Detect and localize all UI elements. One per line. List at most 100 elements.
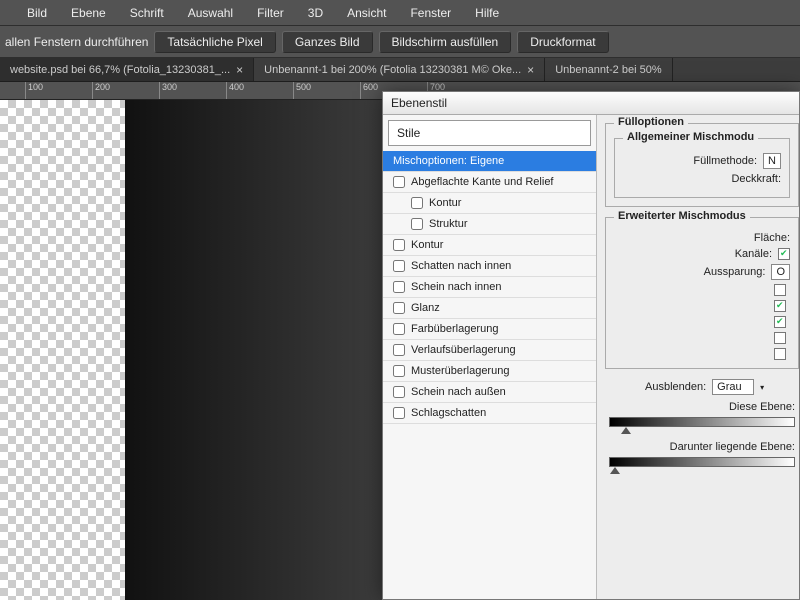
style-row[interactable]: Abgeflachte Kante und Relief	[383, 172, 596, 193]
style-label: Glanz	[411, 302, 440, 314]
style-checkbox[interactable]	[393, 344, 405, 356]
channel-checkbox[interactable]	[778, 248, 790, 260]
close-icon[interactable]: ×	[527, 63, 534, 77]
style-checkbox[interactable]	[393, 239, 405, 251]
fill-method-label: Füllmethode:	[693, 155, 757, 167]
style-checkbox[interactable]	[393, 281, 405, 293]
style-checkbox[interactable]	[393, 407, 405, 419]
document-tab[interactable]: website.psd bei 66,7% (Fotolia_13230381_…	[0, 58, 254, 81]
menu-bar: BildEbeneSchriftAuswahlFilter3DAnsichtFe…	[0, 0, 800, 26]
style-label: Schein nach außen	[411, 386, 506, 398]
style-row[interactable]: Schlagschatten	[383, 403, 596, 424]
style-checkbox[interactable]	[393, 302, 405, 314]
advanced-blend-title: Erweiterter Mischmodus	[614, 210, 750, 222]
close-icon[interactable]: ×	[236, 63, 243, 77]
menu-item-auswahl[interactable]: Auswahl	[176, 6, 245, 20]
ruler-tick: 100	[25, 82, 43, 100]
option-button[interactable]: Ganzes Bild	[282, 31, 373, 53]
tab-label: Unbenannt-2 bei 50%	[555, 64, 661, 76]
fill-method-select[interactable]: N	[763, 153, 781, 169]
fill-options-title: Fülloptionen	[614, 116, 688, 128]
style-label: Musterüberlagerung	[411, 365, 509, 377]
style-row[interactable]: Musterüberlagerung	[383, 361, 596, 382]
fill-options-group: Fülloptionen Allgemeiner Mischmodu Füllm…	[605, 123, 799, 207]
advanced-checkbox[interactable]	[774, 316, 786, 328]
menu-item-ansicht[interactable]: Ansicht	[335, 6, 398, 20]
advanced-checkbox[interactable]	[774, 332, 786, 344]
blendif-mode-select[interactable]: Grau	[712, 379, 754, 395]
dialog-title[interactable]: Ebenenstil	[383, 92, 799, 115]
underlying-label: Darunter liegende Ebene:	[605, 441, 799, 453]
tab-label: website.psd bei 66,7% (Fotolia_13230381_…	[10, 64, 230, 76]
ruler-tick: 500	[293, 82, 311, 100]
layer-style-dialog: Ebenenstil Stile Mischoptionen: Eigene Ab…	[382, 91, 800, 600]
advanced-check-column	[614, 284, 790, 360]
style-label: Schlagschatten	[411, 407, 486, 419]
style-label: Kontur	[429, 197, 461, 209]
style-row[interactable]: Glanz	[383, 298, 596, 319]
style-checkbox[interactable]	[393, 323, 405, 335]
underlying-slider[interactable]	[609, 457, 795, 467]
style-label: Farbüberlagerung	[411, 323, 498, 335]
option-button[interactable]: Tatsächliche Pixel	[154, 31, 275, 53]
style-row[interactable]: Kontur	[383, 193, 596, 214]
slider-thumb-black[interactable]	[610, 467, 620, 474]
style-row[interactable]: Schein nach außen	[383, 382, 596, 403]
advanced-checkbox[interactable]	[774, 348, 786, 360]
general-blend-group: Allgemeiner Mischmodu Füllmethode: N Dec…	[614, 138, 790, 198]
underlying-slider-block: Darunter liegende Ebene:	[605, 441, 799, 467]
knockout-label: Aussparung:	[704, 266, 766, 278]
slider-thumb-black[interactable]	[621, 427, 631, 434]
style-checkbox[interactable]	[393, 260, 405, 272]
menu-item-hilfe[interactable]: Hilfe	[463, 6, 511, 20]
menu-item-3d[interactable]: 3D	[296, 6, 335, 20]
ruler-tick: 200	[92, 82, 110, 100]
style-row[interactable]: Kontur	[383, 235, 596, 256]
style-row[interactable]: Struktur	[383, 214, 596, 235]
style-label: Mischoptionen: Eigene	[393, 155, 504, 167]
menu-item-schrift[interactable]: Schrift	[118, 6, 176, 20]
style-checkbox[interactable]	[393, 365, 405, 377]
style-row[interactable]: Mischoptionen: Eigene	[383, 151, 596, 172]
style-row[interactable]: Schein nach innen	[383, 277, 596, 298]
ruler-tick: 300	[159, 82, 177, 100]
style-checkbox[interactable]	[393, 386, 405, 398]
menu-item-ebene[interactable]: Ebene	[59, 6, 118, 20]
option-button[interactable]: Bildschirm ausfüllen	[379, 31, 512, 53]
blendif-mode-label: Ausblenden:	[645, 381, 706, 393]
style-row[interactable]: Farbüberlagerung	[383, 319, 596, 340]
style-checkbox[interactable]	[411, 218, 423, 230]
blend-options-column: Fülloptionen Allgemeiner Mischmodu Füllm…	[597, 115, 799, 599]
tab-label: Unbenannt-1 bei 200% (Fotolia 13230381 M…	[264, 64, 521, 76]
style-row[interactable]: Schatten nach innen	[383, 256, 596, 277]
fill-area-label: Fläche:	[754, 232, 790, 244]
this-layer-slider-block: Diese Ebene:	[605, 401, 799, 427]
opacity-label: Deckkraft:	[731, 173, 781, 185]
document-tab-bar: website.psd bei 66,7% (Fotolia_13230381_…	[0, 58, 800, 82]
dropdown-icon[interactable]: ▾	[760, 383, 764, 392]
ruler-tick: 600	[360, 82, 378, 100]
knockout-select[interactable]: O	[771, 264, 790, 280]
style-checkbox[interactable]	[411, 197, 423, 209]
style-label: Verlaufsüberlagerung	[411, 344, 516, 356]
style-label: Struktur	[429, 218, 468, 230]
ruler-tick: 400	[226, 82, 244, 100]
document-tab[interactable]: Unbenannt-2 bei 50%	[545, 58, 672, 81]
menu-item-filter[interactable]: Filter	[245, 6, 296, 20]
menu-item-fenster[interactable]: Fenster	[398, 6, 463, 20]
style-label: Schatten nach innen	[411, 260, 511, 272]
options-left-label: allen Fenstern durchführen	[5, 35, 148, 49]
advanced-blend-group: Erweiterter Mischmodus Fläche: Kanäle: A…	[605, 217, 799, 369]
style-label: Schein nach innen	[411, 281, 502, 293]
option-button[interactable]: Druckformat	[517, 31, 608, 53]
style-checkbox[interactable]	[393, 176, 405, 188]
advanced-checkbox[interactable]	[774, 284, 786, 296]
this-layer-slider[interactable]	[609, 417, 795, 427]
style-row[interactable]: Verlaufsüberlagerung	[383, 340, 596, 361]
options-bar: allen Fenstern durchführen Tatsächliche …	[0, 26, 800, 58]
advanced-checkbox[interactable]	[774, 300, 786, 312]
menu-item-bild[interactable]: Bild	[15, 6, 59, 20]
styles-column: Stile Mischoptionen: Eigene Abgeflachte K…	[383, 115, 597, 599]
styles-header[interactable]: Stile	[388, 120, 591, 146]
document-tab[interactable]: Unbenannt-1 bei 200% (Fotolia 13230381 M…	[254, 58, 545, 81]
